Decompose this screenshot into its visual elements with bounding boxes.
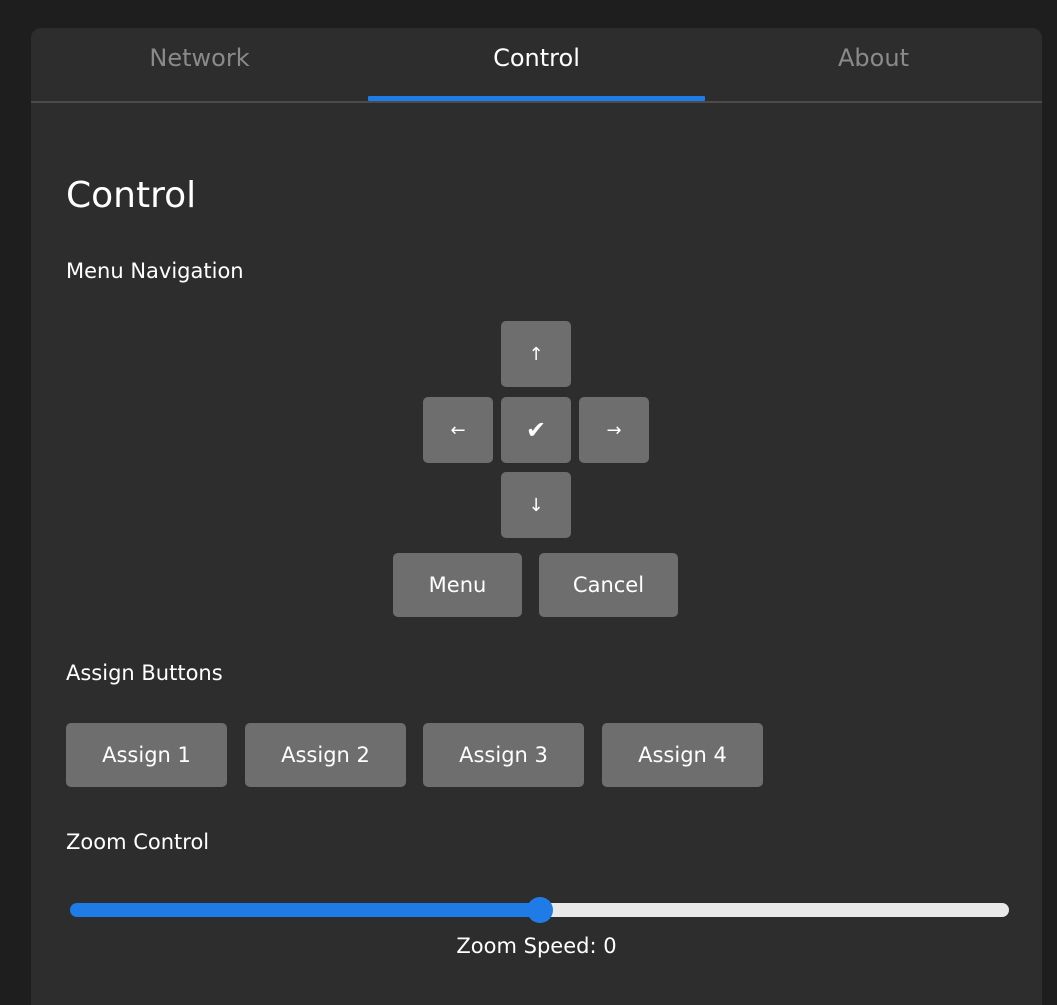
nav-ok-button[interactable]: ✔ [501, 397, 571, 463]
nav-up-button[interactable]: ↑ [501, 321, 571, 387]
assign-buttons-label: Assign Buttons [66, 661, 223, 685]
cancel-button[interactable]: Cancel [539, 553, 678, 617]
tab-bar: Network Control About [31, 28, 1042, 103]
nav-down-button[interactable]: ↓ [501, 472, 571, 538]
tab-control[interactable]: Control [368, 28, 705, 100]
assign-2-button[interactable]: Assign 2 [245, 723, 406, 787]
page-title: Control [66, 175, 197, 216]
active-tab-indicator [368, 96, 705, 101]
assign-3-button[interactable]: Assign 3 [423, 723, 584, 787]
arrow-left-icon: ← [450, 419, 466, 441]
zoom-slider-empty-track[interactable] [540, 903, 1009, 917]
arrow-right-icon: → [606, 419, 622, 441]
zoom-control-label: Zoom Control [66, 830, 210, 854]
arrow-down-icon: ↓ [528, 494, 544, 516]
tab-network[interactable]: Network [31, 28, 368, 100]
assign-4-button[interactable]: Assign 4 [602, 723, 763, 787]
checkmark-icon: ✔ [525, 416, 547, 444]
tab-about[interactable]: About [705, 28, 1042, 100]
control-panel: Network Control About Control Menu Navig… [31, 28, 1042, 1005]
menu-button[interactable]: Menu [393, 553, 522, 617]
zoom-speed-readout: Zoom Speed: 0 [456, 934, 617, 958]
zoom-slider-filled-track[interactable] [70, 903, 544, 917]
arrow-up-icon: ↑ [528, 343, 544, 365]
nav-left-button[interactable]: ← [423, 397, 493, 463]
tab-divider [31, 101, 1042, 103]
zoom-slider-thumb[interactable] [527, 897, 553, 923]
nav-right-button[interactable]: → [579, 397, 649, 463]
assign-1-button[interactable]: Assign 1 [66, 723, 227, 787]
menu-navigation-label: Menu Navigation [66, 259, 244, 283]
